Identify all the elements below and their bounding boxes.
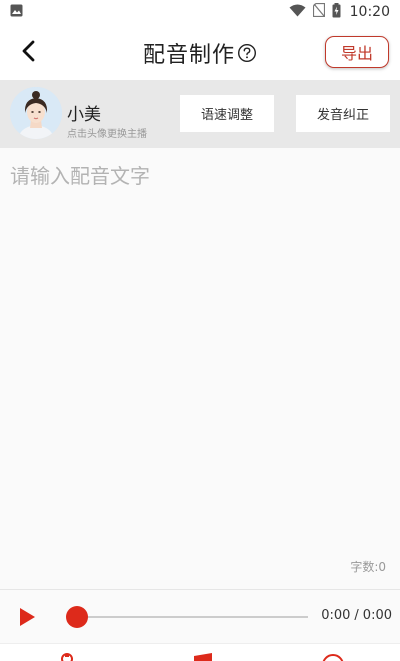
header: 配音制作 导出 [0,24,400,80]
total-time: 0:00 [362,608,392,623]
speaker-name: 小美 [67,105,101,125]
wifi-icon [289,4,306,21]
status-bar: 10:20 [0,0,400,24]
word-count-value: 0 [378,560,386,574]
time-display: 0:00/0:00 [321,608,392,623]
play-icon [16,608,38,632]
speed-adjust-button[interactable]: 语速调整 [180,95,274,132]
speaker-row: 小美 点击头像更换主播 语速调整 发音纠正 [0,80,400,148]
progress-track[interactable] [70,616,308,618]
status-left [10,4,23,21]
nav-circle-icon[interactable] [320,653,346,661]
current-time: 0:00 [321,608,351,623]
status-time: 10:20 [349,4,390,20]
speaker-hint: 点击头像更换主播 [67,129,147,140]
time-separator: / [354,608,359,623]
page-title: 配音制作 [142,43,235,68]
export-button[interactable]: 导出 [325,36,389,68]
nav-anchor-icon[interactable] [54,653,80,661]
no-sim-icon [312,2,325,21]
word-count-label: 字数: [350,560,379,574]
help-circle-icon[interactable] [237,43,257,63]
speaker-avatar[interactable] [10,87,62,139]
pronunciation-correct-button[interactable]: 发音纠正 [296,95,390,132]
audio-player: 0:00/0:00 [0,589,400,643]
bottom-nav [0,643,400,661]
nav-flag-icon[interactable] [190,653,216,661]
progress-thumb[interactable] [66,606,88,628]
image-notification-icon [10,4,23,21]
play-button[interactable] [16,606,38,628]
dubbing-text-input[interactable] [0,148,400,589]
status-right: 10:20 [289,2,390,22]
word-count: 字数:0 [350,558,386,575]
battery-charging-icon [332,2,341,22]
